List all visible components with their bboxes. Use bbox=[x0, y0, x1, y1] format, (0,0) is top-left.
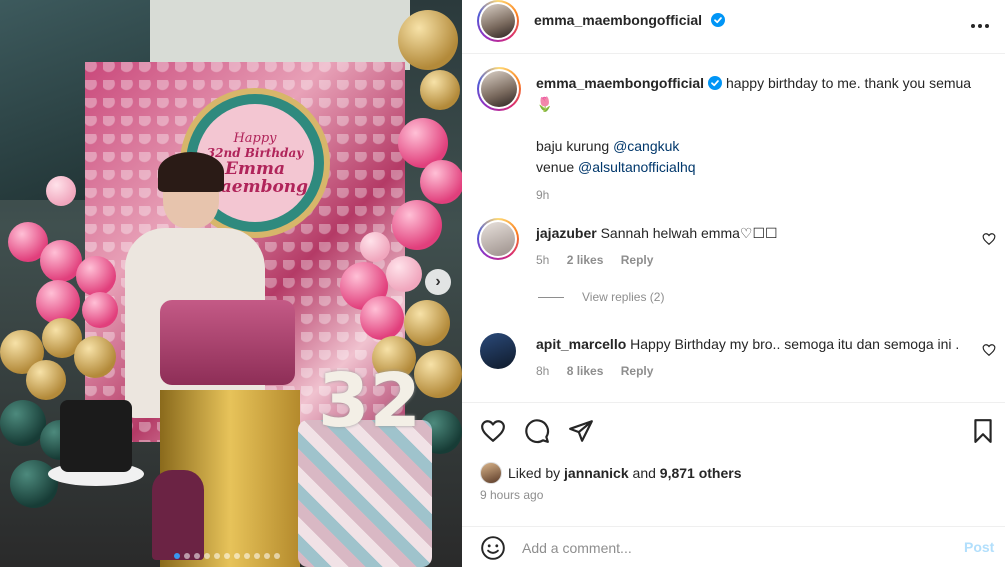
liker-avatar[interactable] bbox=[480, 462, 502, 484]
wall-background bbox=[150, 0, 410, 70]
avatar-photo bbox=[481, 222, 515, 256]
comment-time[interactable]: 5h bbox=[536, 253, 549, 267]
carousel-dot bbox=[214, 553, 220, 559]
person-hair bbox=[158, 152, 224, 192]
comment-item: jajazuber Sannah helwah emma♡☐☐ 5h 2 lik… bbox=[536, 223, 976, 271]
caption-baju-label: baju kurung bbox=[536, 138, 610, 154]
balloon bbox=[414, 350, 462, 398]
comment-reply-button[interactable]: Reply bbox=[621, 364, 654, 378]
post-caption: emma_maembongofficial happy birthday to … bbox=[536, 73, 976, 206]
avatar-photo bbox=[481, 4, 515, 38]
sign-line-3: Emma bbox=[225, 158, 285, 179]
commenter-avatar[interactable] bbox=[477, 218, 519, 260]
mention-link[interactable]: @cangkuk bbox=[613, 138, 679, 154]
likes-others-count[interactable]: 9,871 others bbox=[660, 465, 742, 481]
author-avatar[interactable] bbox=[477, 0, 519, 42]
add-comment-bar: Post bbox=[462, 526, 1005, 567]
post-timestamp[interactable]: 9 hours ago bbox=[480, 488, 543, 502]
view-replies-button[interactable]: View replies (2) bbox=[538, 290, 664, 304]
liker-username[interactable]: jannanick bbox=[564, 465, 629, 481]
carousel-dot bbox=[224, 553, 230, 559]
carousel-next-button[interactable]: › bbox=[425, 269, 451, 295]
carousel-dot bbox=[264, 553, 270, 559]
like-heart-icon[interactable] bbox=[480, 418, 506, 444]
balloon bbox=[82, 292, 118, 328]
replies-divider bbox=[538, 296, 564, 298]
post-comment-button[interactable]: Post bbox=[964, 539, 994, 555]
post-action-bar bbox=[462, 402, 1005, 457]
caption-avatar[interactable] bbox=[477, 67, 521, 111]
comment-likes[interactable]: 2 likes bbox=[567, 253, 604, 267]
comment-like-heart-icon[interactable] bbox=[982, 232, 996, 246]
header-username-row: emma_maembongofficial bbox=[534, 12, 725, 30]
post-image[interactable]: Happy 32nd Birthday Emma Maembong 32 › bbox=[0, 0, 462, 567]
author-username[interactable]: emma_maembongofficial bbox=[534, 12, 702, 28]
balloon bbox=[420, 70, 460, 110]
balloon bbox=[10, 460, 58, 508]
verified-badge-icon bbox=[710, 13, 725, 27]
post-header: emma_maembongofficial bbox=[462, 0, 1005, 54]
sign-line-1: Happy bbox=[233, 130, 277, 146]
carousel-dot bbox=[174, 553, 180, 559]
carousel-dot bbox=[244, 553, 250, 559]
comment-username[interactable]: jajazuber bbox=[536, 225, 597, 241]
balloon bbox=[404, 300, 450, 346]
balloon bbox=[420, 160, 462, 204]
post-sidebar: emma_maembongofficial emma_maembongoffic… bbox=[462, 0, 1005, 567]
comment-text: Happy Birthday my bro.. semoga itu dan s… bbox=[630, 336, 960, 352]
balloon bbox=[360, 296, 404, 340]
comment-username[interactable]: apit_marcello bbox=[536, 336, 626, 352]
lantern-decoration bbox=[152, 470, 204, 560]
carousel-indicator bbox=[174, 553, 280, 559]
carousel-dot bbox=[204, 553, 210, 559]
comment-text: Sannah helwah emma♡☐☐ bbox=[600, 225, 778, 241]
bookmark-save-icon[interactable] bbox=[970, 418, 996, 444]
likes-and-label: and bbox=[632, 465, 656, 481]
balloon bbox=[392, 200, 442, 250]
comment-like-heart-icon[interactable] bbox=[982, 343, 996, 357]
caption-timestamp[interactable]: 9h bbox=[536, 188, 549, 202]
mention-link[interactable]: @alsultanofficialhq bbox=[578, 159, 695, 175]
commenter-avatar[interactable] bbox=[480, 333, 516, 369]
likes-summary: Liked by jannanick and 9,871 others bbox=[480, 462, 742, 484]
comment-bubble-icon[interactable] bbox=[524, 418, 550, 444]
carousel-dot bbox=[184, 553, 190, 559]
carousel-dot bbox=[194, 553, 200, 559]
balloon bbox=[74, 336, 116, 378]
chevron-right-icon: › bbox=[435, 273, 441, 290]
add-comment-input[interactable] bbox=[522, 538, 942, 558]
balloon bbox=[76, 256, 116, 296]
comment-likes[interactable]: 8 likes bbox=[567, 364, 604, 378]
pink-pillow-cake bbox=[160, 300, 295, 385]
sign-line-2: 32nd Birthday bbox=[206, 145, 304, 160]
balloon bbox=[360, 232, 390, 262]
liked-by-label: Liked by bbox=[508, 465, 561, 481]
balloon bbox=[386, 256, 422, 292]
balloon bbox=[26, 360, 66, 400]
caption-venue-label: venue bbox=[536, 159, 575, 175]
comment-time[interactable]: 8h bbox=[536, 364, 549, 378]
carousel-dot bbox=[254, 553, 260, 559]
verified-badge-icon bbox=[708, 76, 723, 90]
comment-reply-button[interactable]: Reply bbox=[621, 253, 654, 267]
emoji-smiley-icon[interactable] bbox=[480, 535, 506, 561]
avatar-photo bbox=[481, 71, 517, 107]
caption-username[interactable]: emma_maembongofficial bbox=[536, 75, 704, 91]
view-replies-label: View replies (2) bbox=[582, 290, 665, 304]
carousel-dot bbox=[234, 553, 240, 559]
carousel-dot bbox=[274, 553, 280, 559]
more-horizontal-icon[interactable] bbox=[971, 18, 993, 34]
comment-item: apit_marcello Happy Birthday my bro.. se… bbox=[536, 334, 976, 382]
number-candle: 32 bbox=[318, 358, 421, 444]
balloon bbox=[46, 176, 76, 206]
share-paper-plane-icon[interactable] bbox=[568, 418, 594, 444]
balloon bbox=[398, 10, 458, 70]
black-cake bbox=[60, 400, 132, 472]
